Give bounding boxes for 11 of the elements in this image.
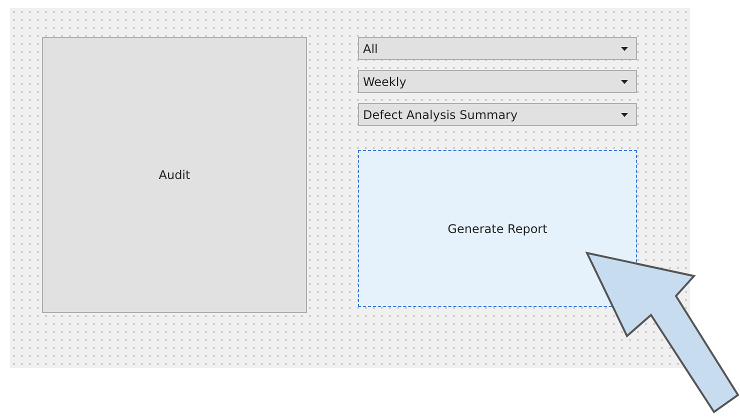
caret-icon [621, 46, 628, 50]
dropdown[interactable]: Weekly [358, 70, 637, 93]
generate-report-button[interactable]: Generate Report [358, 150, 637, 307]
dropdown-value: All [363, 42, 378, 56]
dropdown[interactable]: All [358, 37, 637, 60]
audit-button[interactable]: Audit [42, 37, 307, 313]
dropdown-value: Defect Analysis Summary [363, 108, 518, 122]
caret-icon [621, 80, 628, 84]
dropdown-value: Weekly [363, 74, 406, 88]
dropdown[interactable]: Defect Analysis Summary [358, 103, 637, 126]
caret-icon [621, 112, 628, 116]
